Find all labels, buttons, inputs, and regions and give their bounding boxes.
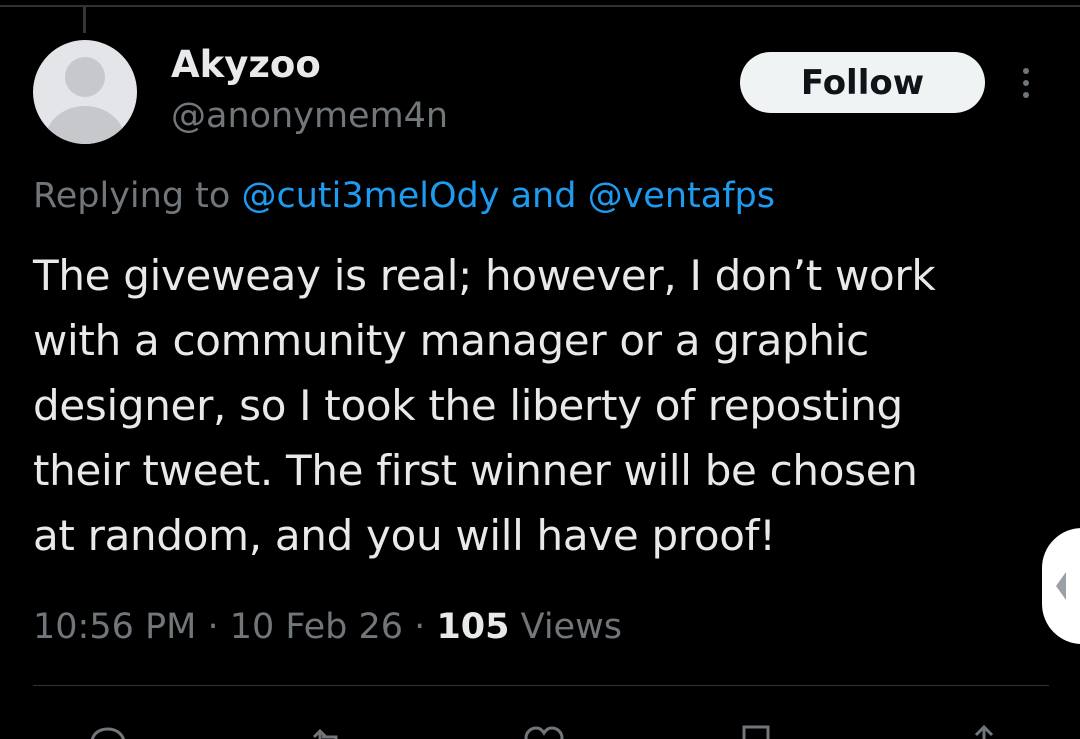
share-icon[interactable]: [962, 723, 1006, 739]
meta-separator: ·: [414, 607, 426, 647]
scroll-handle[interactable]: [1042, 528, 1080, 644]
repost-icon[interactable]: [306, 723, 350, 739]
tweet-metadata: 10:56 PM · 10 Feb 26 · 105 Views: [33, 605, 622, 649]
default-avatar-head-icon: [65, 57, 105, 97]
views-label: Views: [520, 607, 622, 647]
divider: [33, 685, 1049, 686]
tweet-time[interactable]: 10:56 PM: [33, 607, 196, 647]
default-avatar-body-icon: [45, 106, 125, 144]
more-options-button[interactable]: [1011, 60, 1041, 106]
mention-link[interactable]: @cuti3melOdy: [241, 176, 499, 216]
avatar[interactable]: [33, 40, 137, 144]
reply-icon[interactable]: [86, 723, 130, 739]
author-display-name[interactable]: Akyzoo: [171, 42, 321, 88]
tweet-date[interactable]: 10 Feb 26: [230, 607, 403, 647]
thread-connector-line: [83, 7, 86, 33]
bookmark-icon[interactable]: [734, 723, 778, 739]
tweet-text: The giveweay is real; however, I don’t w…: [33, 251, 936, 560]
like-icon[interactable]: [522, 723, 566, 739]
author-handle[interactable]: @anonymem4n: [171, 94, 448, 138]
more-dot-icon: [1023, 92, 1029, 98]
replying-to-prefix: Replying to: [33, 176, 231, 216]
chevron-left-icon: [1056, 572, 1066, 600]
more-dot-icon: [1023, 80, 1029, 86]
follow-button[interactable]: Follow: [740, 52, 985, 113]
top-divider: [0, 5, 1080, 7]
replying-to-line: Replying to @cuti3melOdy and @ventafps: [33, 174, 775, 218]
meta-separator: ·: [207, 607, 219, 647]
views-count: 105: [436, 607, 510, 647]
mention-link[interactable]: @ventafps: [588, 176, 775, 216]
more-dot-icon: [1023, 68, 1029, 74]
replying-conjunction: and: [510, 176, 577, 216]
action-bar: [0, 715, 1080, 739]
